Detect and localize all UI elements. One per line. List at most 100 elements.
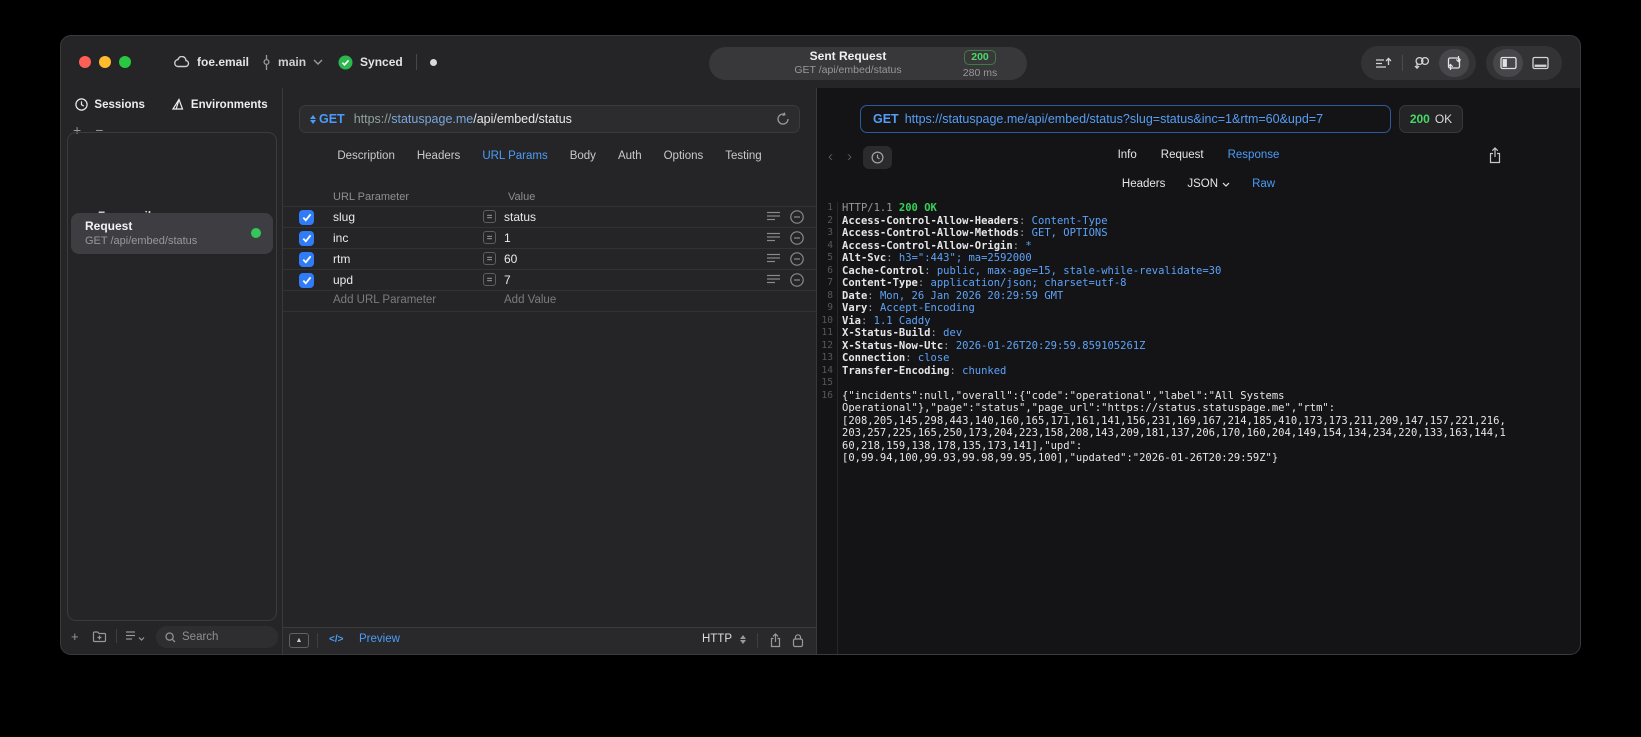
editor-footer: ▲ </> Preview HTTP (283, 627, 816, 654)
editor-tab-description[interactable]: Description (337, 150, 395, 162)
column-header-param: URL Parameter (333, 191, 410, 203)
export-response-icon[interactable] (1488, 147, 1502, 164)
preview-button[interactable]: Preview (359, 633, 400, 645)
editor-tab-url-params[interactable]: URL Params (482, 150, 547, 162)
line-content: X-Status-Build: dev (842, 327, 963, 339)
line-number (817, 452, 833, 465)
remove-row-icon[interactable] (790, 273, 804, 287)
param-row: upd = 7 (283, 269, 816, 290)
code-line: [208,205,145,298,443,140,160,165,171,161… (817, 415, 1580, 428)
param-value[interactable]: 1 (504, 231, 511, 245)
sent-url: https://statuspage.me/api/embed/status?s… (904, 112, 1324, 126)
synced-check-icon (338, 55, 353, 70)
response-subtab-raw[interactable]: Raw (1252, 178, 1275, 190)
param-name[interactable]: rtm (333, 252, 350, 266)
response-subtab-json[interactable]: JSON (1187, 178, 1230, 190)
remove-row-icon[interactable] (790, 252, 804, 266)
param-value[interactable]: status (504, 210, 536, 224)
editor-tab-headers[interactable]: Headers (417, 150, 460, 162)
line-content: Access-Control-Allow-Headers: Content-Ty… (842, 214, 1108, 227)
drag-handle-icon[interactable] (767, 211, 780, 222)
editor-tab-options[interactable]: Options (664, 150, 704, 162)
request-url[interactable]: https://statuspage.me/api/embed/status (354, 112, 572, 126)
drag-handle-icon[interactable] (767, 253, 780, 264)
add-folder-icon[interactable] (92, 629, 107, 643)
linked-down-arrow-icon (1413, 56, 1431, 70)
project-name[interactable]: foe.email (197, 55, 249, 69)
line-content: Connection: close (842, 352, 950, 364)
line-content: 60,218,159,138,178,135,173,141],"upd": (842, 439, 1083, 452)
lock-icon[interactable] (792, 633, 804, 648)
param-name[interactable]: slug (333, 210, 355, 224)
resend-request-button[interactable] (1439, 49, 1469, 77)
editor-tab-body[interactable]: Body (570, 150, 596, 162)
code-line: 8 Date: Mon, 26 Jan 2026 20:29:59 GMT (817, 290, 1580, 303)
response-status-text: OK (1434, 112, 1453, 126)
toggle-bottom-panel-button[interactable] (1525, 49, 1555, 77)
add-request-button[interactable]: + (71, 629, 79, 644)
sent-method: GET (873, 112, 899, 126)
close-window-button[interactable] (79, 56, 91, 68)
tab-sessions[interactable]: Sessions (75, 98, 145, 111)
response-tab-info[interactable]: Info (1118, 149, 1137, 161)
param-checkbox[interactable] (299, 251, 314, 267)
remove-row-icon[interactable] (790, 231, 804, 245)
param-checkbox[interactable] (299, 272, 314, 288)
param-checkbox[interactable] (299, 230, 314, 246)
line-number: 16 (821, 389, 833, 401)
http-version-selector[interactable]: HTTP (702, 633, 732, 645)
titlebar-divider (415, 54, 417, 70)
code-line: 12 X-Status-Now-Utc: 2026-01-26T20:29:59.… (817, 340, 1580, 353)
line-content: Alt-Svc: h3=":443"; ma=2592000 (842, 252, 1032, 264)
code-icon: </> (329, 634, 344, 645)
editor-tab-testing[interactable]: Testing (725, 150, 761, 162)
remove-row-icon[interactable] (790, 210, 804, 224)
param-value[interactable]: 60 (504, 252, 517, 266)
method-selector[interactable]: GET (310, 112, 345, 126)
url-bar[interactable]: GET https://statuspage.me/api/embed/stat… (299, 105, 800, 133)
request-item-selected[interactable]: Request GET /api/embed/status (71, 213, 273, 254)
zoom-window-button[interactable] (119, 56, 131, 68)
add-param-row[interactable]: Add URL Parameter Add Value (283, 290, 816, 312)
code-line: 16 {"incidents":null,"overall":{"code":"o… (817, 390, 1580, 403)
refresh-icon[interactable] (776, 112, 790, 126)
tab-environments[interactable]: Environments (171, 98, 268, 111)
chevron-down-icon[interactable] (313, 59, 323, 65)
footer-divider (757, 633, 758, 648)
sort-list-icon[interactable] (125, 629, 147, 642)
branch-name[interactable]: main (278, 55, 306, 69)
line-content: Access-Control-Allow-Methods: GET, OPTIO… (842, 227, 1108, 239)
editor-tab-auth[interactable]: Auth (618, 150, 642, 162)
drag-handle-icon[interactable] (767, 232, 780, 243)
share-icon[interactable] (769, 633, 782, 648)
line-number (817, 440, 833, 453)
line-content: [0,99.94,100,99.93,99.98,99.95,100],"upd… (842, 452, 1279, 464)
sync-status[interactable]: Synced (360, 55, 403, 69)
param-checkbox[interactable] (299, 209, 314, 225)
add-value-label[interactable]: Add Value (504, 294, 556, 306)
sent-request-url[interactable]: GET https://statuspage.me/api/embed/stat… (860, 105, 1391, 133)
response-pane: GET https://statuspage.me/api/embed/stat… (817, 88, 1580, 654)
clock-icon (75, 98, 89, 111)
toggle-left-panel-button[interactable] (1493, 49, 1523, 77)
line-number: 8 (827, 289, 833, 301)
param-name[interactable]: upd (333, 273, 353, 287)
export-list-button[interactable] (1368, 49, 1398, 77)
response-tab-request[interactable]: Request (1161, 149, 1204, 161)
url-host: statuspage.me (391, 112, 474, 126)
drag-handle-icon[interactable] (767, 274, 780, 285)
line-content: X-Status-Now-Utc: 2026-01-26T20:29:59.85… (842, 339, 1146, 352)
branch-icon (262, 54, 271, 70)
param-value[interactable]: 7 (504, 273, 511, 287)
response-body[interactable]: 1 HTTP/1.1 200 OK 2 Access-Control-Allow-He… (817, 202, 1580, 654)
request-title: Request (85, 219, 133, 233)
response-tab-response[interactable]: Response (1228, 149, 1280, 161)
minimize-window-button[interactable] (99, 56, 111, 68)
expand-console-button[interactable]: ▲ (289, 633, 309, 648)
response-subtab-headers[interactable]: Headers (1122, 178, 1165, 190)
sent-request-summary[interactable]: Sent Request GET /api/embed/status 200 2… (709, 47, 1027, 80)
search-input[interactable]: Search (156, 626, 278, 648)
param-name[interactable]: inc (333, 231, 348, 245)
pull-changes-button[interactable] (1407, 49, 1437, 77)
add-param-label[interactable]: Add URL Parameter (333, 294, 436, 306)
